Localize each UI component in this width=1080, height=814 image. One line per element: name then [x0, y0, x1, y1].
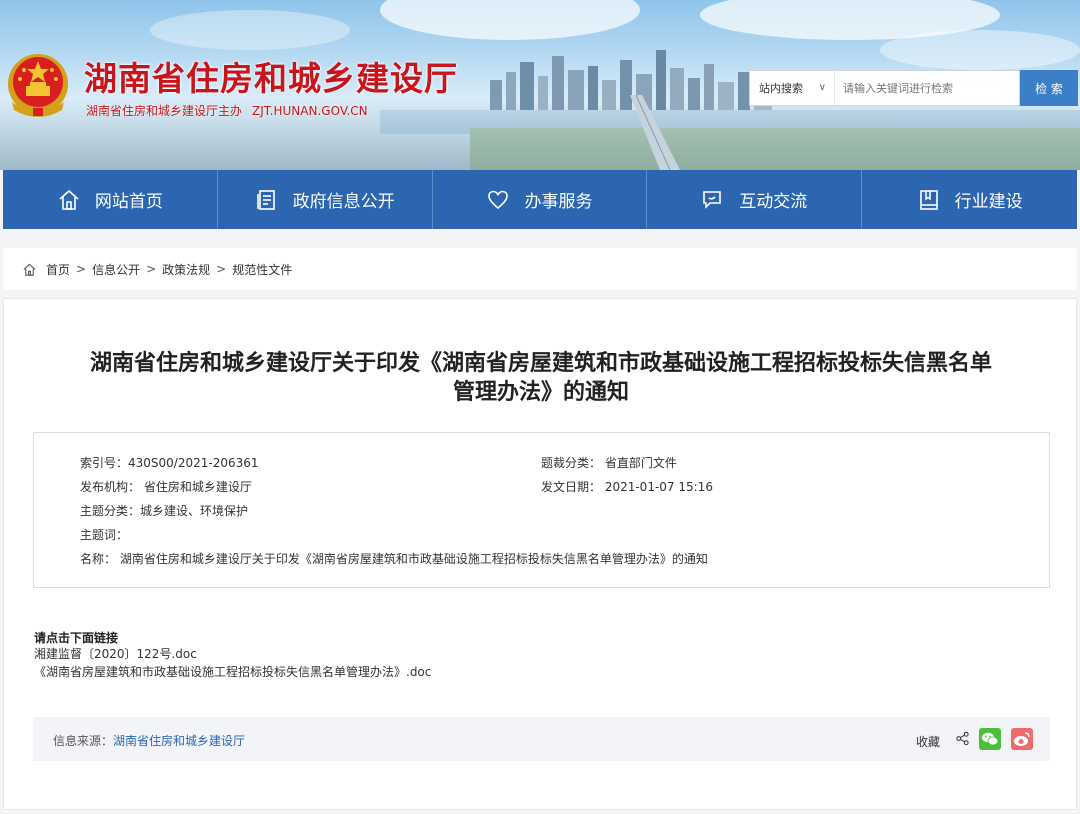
meta-date: 发文日期： 2021-01-07 15:16 [541, 480, 713, 494]
breadcrumb-current[interactable]: 规范性文件 [232, 261, 292, 278]
book-icon [919, 189, 938, 210]
article-title-line-2: 管理办法》的通知 [452, 380, 629, 405]
main-nav: 网站首页 政府信息公开 办事服务 互动交流 行业建设 [3, 170, 1077, 229]
nav-item-label: 办事服务 [524, 192, 593, 212]
search-input[interactable] [835, 70, 1020, 106]
breadcrumb-separator: > [146, 262, 157, 276]
nav-item-label: 网站首页 [94, 192, 163, 212]
nav-item-home[interactable]: 网站首页 [3, 170, 218, 229]
share-icon[interactable] [955, 731, 970, 746]
source-bar: 信息来源：湖南省住房和城乡建设厅 收藏 [33, 717, 1050, 761]
chat-icon [703, 190, 722, 209]
breadcrumb-separator: > [76, 262, 87, 276]
weibo-share-icon[interactable] [1011, 728, 1033, 750]
breadcrumb-separator: > [216, 262, 227, 276]
site-title[interactable]: 湖南省住房和城乡建设厅 [84, 52, 458, 100]
breadcrumb-home-link[interactable]: 首页 [46, 261, 70, 278]
attachment-link-1[interactable]: 湘建监督〔2020〕122号.doc [34, 645, 197, 662]
search-button[interactable]: 检 索 [1020, 70, 1078, 106]
links-heading: 请点击下面链接 [34, 631, 119, 645]
home-icon [59, 189, 79, 210]
meta-category: 题裁分类： 省直部门文件 [541, 456, 677, 470]
search-bar: 站内搜索 ∨ 检 索 [749, 70, 1078, 106]
article-title: 湖南省住房和城乡建设厅关于印发《湖南省房屋建筑和市政基础设施工程招标投标失信黑名… [4, 349, 1078, 407]
wechat-share-icon[interactable] [979, 728, 1001, 750]
article-meta-box: 索引号：430S00/2021-206361 题裁分类： 省直部门文件 发布机构… [33, 432, 1050, 588]
home-icon [23, 263, 36, 276]
meta-keywords: 主题词： [80, 528, 129, 542]
article-container: 湖南省住房和城乡建设厅关于印发《湖南省房屋建筑和市政基础设施工程招标投标失信黑名… [3, 298, 1077, 810]
site-subtitle: 湖南省住房和城乡建设厅主办 ZJT.HUNAN.GOV.CN [86, 102, 368, 119]
breadcrumb-info-link[interactable]: 信息公开 [92, 261, 140, 278]
chevron-down-icon: ∨ [818, 82, 826, 93]
info-source-value[interactable]: 湖南省住房和城乡建设厅 [113, 734, 245, 748]
bridge-image [630, 95, 680, 170]
nav-item-industry[interactable]: 行业建设 [862, 170, 1077, 229]
meta-name: 名称： 湖南省住房和城乡建设厅关于印发《湖南省房屋建筑和市政基础设施工程招标投标… [80, 552, 708, 566]
search-scope-select[interactable]: 站内搜索 ∨ [749, 70, 835, 106]
info-source: 信息来源：湖南省住房和城乡建设厅 [53, 732, 245, 749]
header-banner: 湖南省住房和城乡建设厅 湖南省住房和城乡建设厅主办 ZJT.HUNAN.GOV.C… [0, 0, 1080, 170]
nav-item-gov-info[interactable]: 政府信息公开 [218, 170, 433, 229]
attachment-link-2[interactable]: 《湖南省房屋建筑和市政基础设施工程招标投标失信黑名单管理办法》.doc [34, 663, 431, 680]
site-domain: ZJT.HUNAN.GOV.CN [252, 104, 368, 118]
document-icon [256, 189, 275, 210]
heart-icon [488, 190, 509, 209]
nav-item-label: 互动交流 [739, 192, 808, 212]
site-sponsor: 湖南省住房和城乡建设厅主办 [86, 104, 243, 118]
meta-publisher: 发布机构： 省住房和城乡建设厅 [80, 480, 252, 494]
nav-item-services[interactable]: 办事服务 [433, 170, 648, 229]
meta-subject: 主题分类：城乡建设、环境保护 [80, 504, 249, 518]
meta-index: 索引号：430S00/2021-206361 [80, 456, 259, 470]
search-scope-label: 站内搜索 [759, 82, 803, 95]
nav-item-interaction[interactable]: 互动交流 [647, 170, 863, 229]
info-source-label: 信息来源： [53, 734, 114, 748]
breadcrumb-policy-link[interactable]: 政策法规 [162, 261, 210, 278]
article-title-line-1: 湖南省住房和城乡建设厅关于印发《湖南省房屋建筑和市政基础设施工程招标投标失信黑名… [89, 351, 992, 376]
nav-item-label: 政府信息公开 [292, 192, 395, 212]
breadcrumb: 首页 > 信息公开 > 政策法规 > 规范性文件 [3, 248, 1077, 290]
favorite-button[interactable]: 收藏 [916, 733, 940, 750]
national-emblem-logo [8, 54, 68, 117]
nav-item-label: 行业建设 [954, 192, 1023, 212]
